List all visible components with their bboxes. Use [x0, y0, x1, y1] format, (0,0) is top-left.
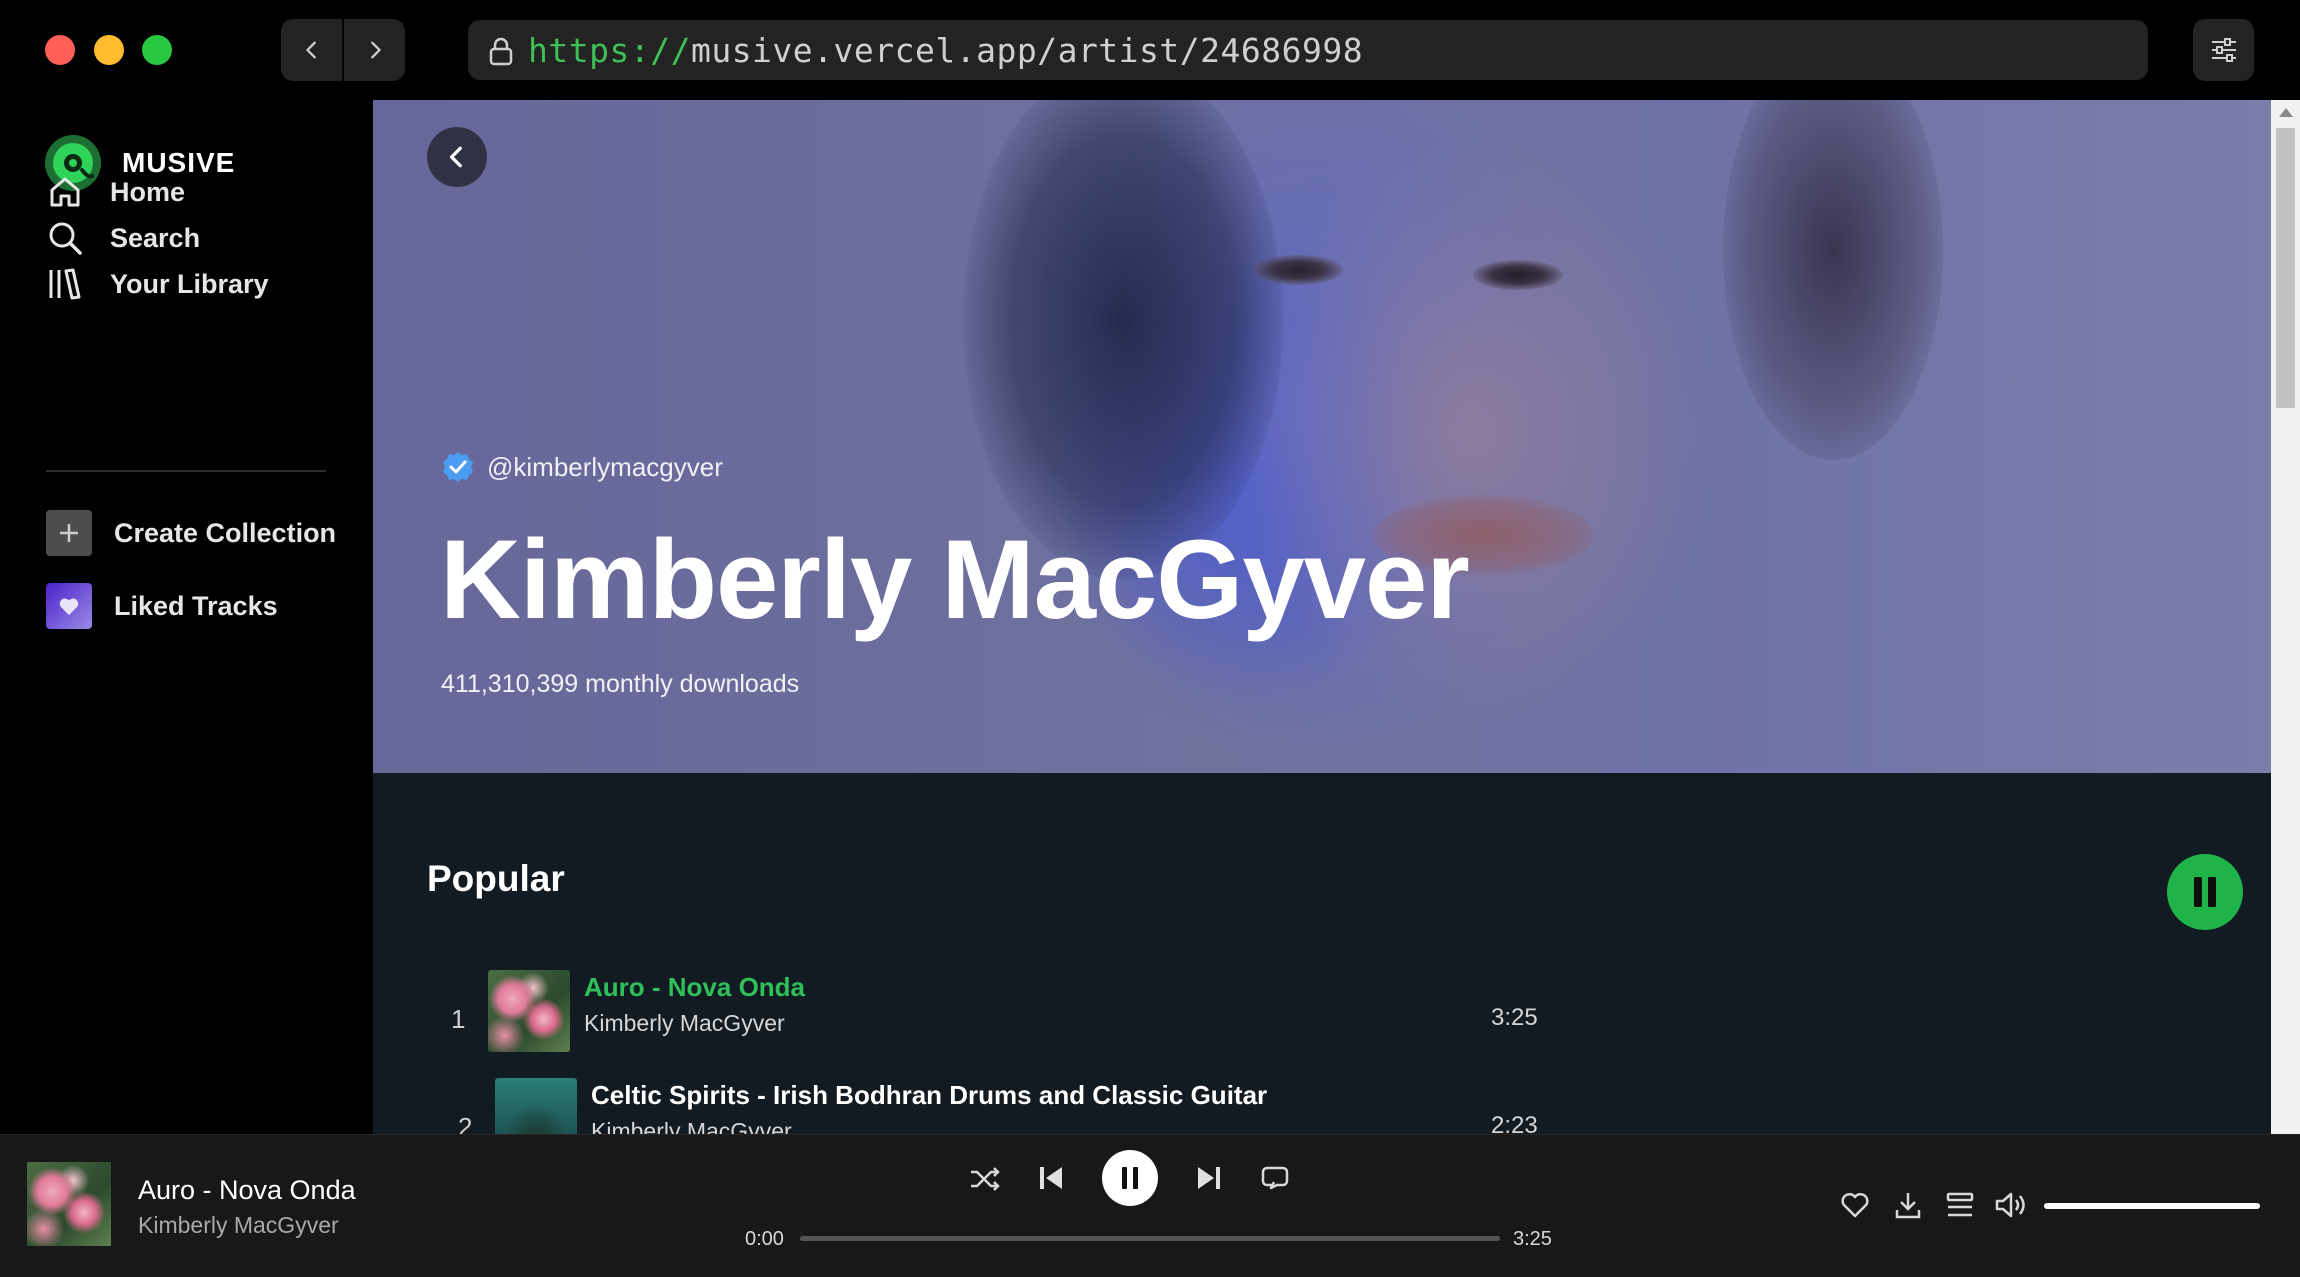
artist-pause-button[interactable]: [2167, 854, 2243, 930]
like-button[interactable]: [1838, 1188, 1872, 1222]
download-button[interactable]: [1891, 1188, 1925, 1222]
volume-button[interactable]: [1993, 1188, 2031, 1222]
browser-settings-button[interactable]: [2193, 19, 2254, 81]
track-row[interactable]: 1 Auro - Nova Onda Kimberly MacGyver 3:2…: [373, 970, 2271, 1070]
volume-fill: [2044, 1203, 2260, 1209]
track-title[interactable]: Celtic Spirits - Irish Bodhran Drums and…: [591, 1080, 1267, 1111]
track-cover: [488, 970, 570, 1052]
shuffle-icon: [971, 1167, 1000, 1191]
verified-badge-icon: [443, 452, 473, 482]
volume-icon: [1995, 1192, 2025, 1218]
sidebar: MUSIVE Home Search Your Library Create C…: [0, 100, 373, 1134]
browser-forward-button[interactable]: [344, 19, 405, 81]
plus-icon: [46, 510, 92, 556]
player-pause-button[interactable]: [1102, 1150, 1158, 1206]
search-icon: [49, 222, 82, 255]
sidebar-divider: [46, 470, 326, 472]
chevron-left-icon: [305, 41, 316, 59]
sidebar-item-home[interactable]: Home: [46, 173, 185, 211]
next-button[interactable]: [1193, 1162, 1225, 1194]
pause-icon: [1122, 1167, 1138, 1189]
player-bar: Auro - Nova Onda Kimberly MacGyver 0:00 …: [0, 1134, 2300, 1277]
elapsed-time: 0:00: [745, 1228, 784, 1250]
progress-slider[interactable]: [800, 1236, 1500, 1241]
create-collection-button[interactable]: Create Collection: [46, 510, 336, 556]
main-content: @kimberlymacgyver Kimberly MacGyver 411,…: [373, 100, 2271, 1134]
repeat-button[interactable]: [1258, 1162, 1292, 1194]
section-title-popular: Popular: [427, 858, 565, 899]
chevron-right-icon: [370, 41, 381, 59]
pause-icon: [2194, 877, 2216, 907]
maximize-window-button[interactable]: [142, 35, 172, 65]
now-playing-title[interactable]: Auro - Nova Onda: [138, 1175, 356, 1206]
artist-hero-image: @kimberlymacgyver Kimberly MacGyver 411,…: [373, 100, 2271, 773]
track-artist[interactable]: Kimberly MacGyver: [584, 1010, 785, 1037]
monthly-downloads: 411,310,399 monthly downloads: [441, 670, 800, 698]
heart-outline-icon: [1841, 1192, 1869, 1218]
url-scheme: https://: [528, 30, 691, 70]
sidebar-item-label: Search: [110, 222, 201, 253]
main-scrollbar[interactable]: [2271, 100, 2300, 1134]
queue-icon: [1946, 1192, 1974, 1217]
address-bar[interactable]: https://musive.vercel.app/artist/2468699…: [468, 20, 2148, 80]
sidebar-item-label: Create Collection: [114, 517, 337, 548]
chevron-left-icon: [449, 146, 462, 168]
track-cover: [495, 1078, 577, 1134]
track-title[interactable]: Auro - Nova Onda: [584, 972, 805, 1003]
skip-previous-icon: [1040, 1167, 1062, 1189]
previous-button[interactable]: [1035, 1162, 1067, 1194]
total-time: 3:25: [1513, 1228, 1552, 1250]
browser-back-button[interactable]: [281, 19, 342, 81]
volume-slider[interactable]: [2044, 1203, 2260, 1209]
artist-handle-text: @kimberlymacgyver: [487, 451, 723, 482]
liked-tracks-button[interactable]: Liked Tracks: [46, 583, 278, 629]
sidebar-item-label: Your Library: [110, 268, 269, 299]
artist-name: Kimberly MacGyver: [440, 517, 1470, 642]
repeat-icon: [1261, 1166, 1289, 1190]
scroll-up-arrow-icon[interactable]: [2279, 108, 2293, 117]
sidebar-item-label: Home: [110, 176, 186, 207]
sidebar-item-library[interactable]: Your Library: [46, 265, 269, 303]
sidebar-item-search[interactable]: Search: [46, 219, 200, 257]
track-artist[interactable]: Kimberly MacGyver: [591, 1118, 792, 1134]
download-icon: [1895, 1193, 1921, 1219]
track-number: 2: [458, 1112, 473, 1134]
browser-toolbar: https://musive.vercel.app/artist/2468699…: [0, 0, 2300, 100]
queue-button[interactable]: [1943, 1188, 1977, 1222]
now-playing-cover: [27, 1162, 111, 1246]
heart-icon: [46, 583, 92, 629]
page-back-button[interactable]: [427, 127, 487, 187]
track-number: 1: [451, 1004, 466, 1034]
skip-next-icon: [1198, 1167, 1220, 1189]
track-duration: 3:25: [1491, 1004, 1538, 1031]
sidebar-item-label: Liked Tracks: [114, 590, 278, 621]
sliders-icon: [2211, 38, 2236, 62]
scrollbar-thumb[interactable]: [2276, 128, 2295, 408]
track-duration: 2:23: [1491, 1112, 1538, 1134]
lock-icon: [489, 37, 513, 66]
home-icon: [50, 177, 80, 207]
shuffle-button[interactable]: [968, 1162, 1002, 1196]
minimize-window-button[interactable]: [94, 35, 124, 65]
artist-handle: @kimberlymacgyver: [441, 450, 723, 484]
url-path: musive.vercel.app/artist/24686998: [690, 30, 1364, 70]
close-window-button[interactable]: [45, 35, 75, 65]
track-row[interactable]: 2 Celtic Spirits - Irish Bodhran Drums a…: [380, 1078, 2271, 1134]
now-playing-artist[interactable]: Kimberly MacGyver: [138, 1212, 339, 1239]
library-icon: [49, 268, 81, 300]
